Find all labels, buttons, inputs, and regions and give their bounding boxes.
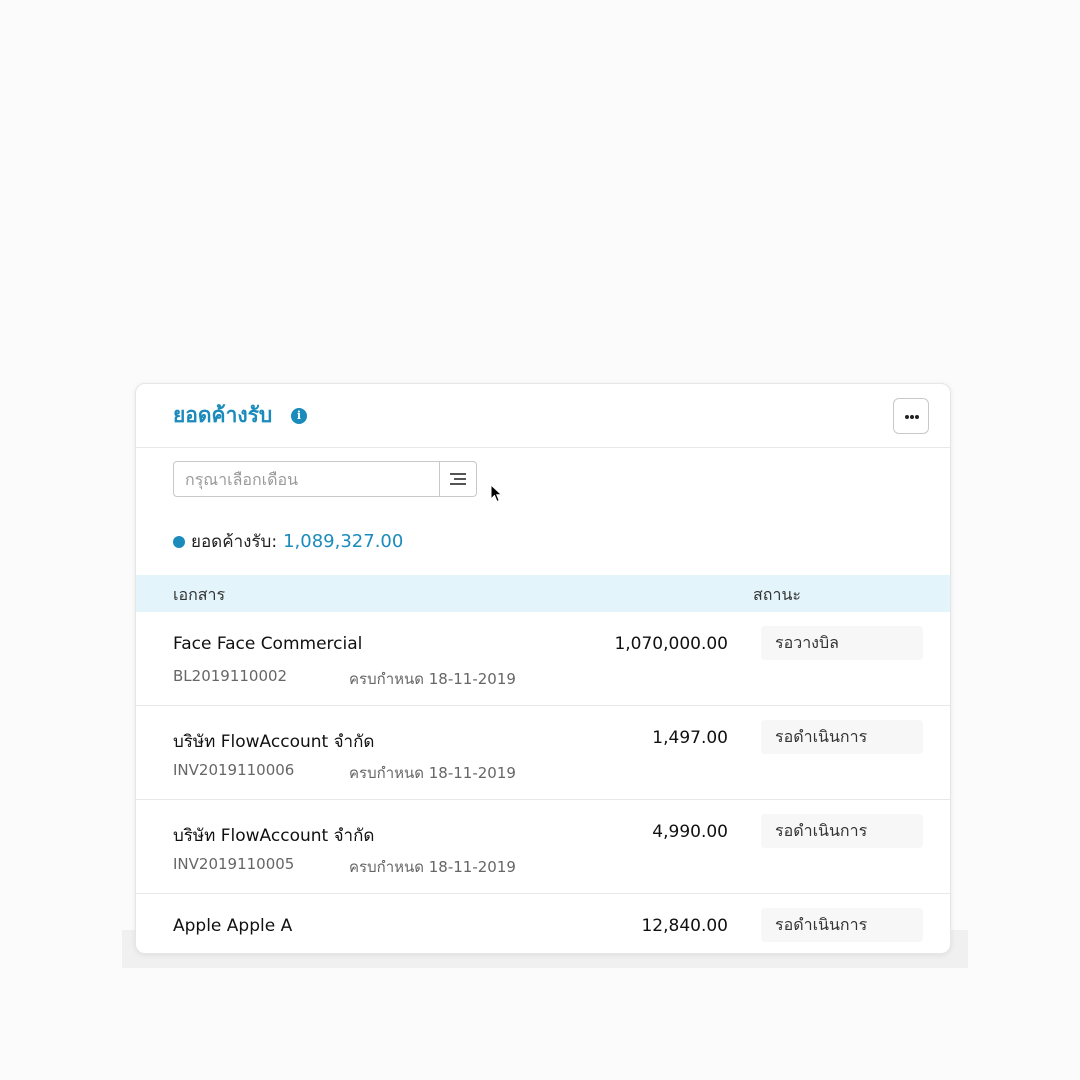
outstanding-summary: ยอดค้างรับ: 1,089,327.00 (173, 529, 403, 555)
due-date: ครบกำหนด 18-11-2019 (349, 858, 516, 876)
status-badge: รอวางบิล (761, 626, 923, 660)
document-number[interactable]: INV2019110005 (173, 855, 294, 873)
document-number[interactable]: INV2019110006 (173, 761, 294, 779)
mouse-cursor-icon (490, 484, 503, 503)
table-row[interactable]: Apple Apple A 12,840.00 รอดำเนินการ (136, 894, 950, 953)
status-badge: รอดำเนินการ (761, 908, 923, 942)
month-input[interactable] (174, 462, 439, 496)
document-list: Face Face Commercial BL2019110002 ครบกำห… (136, 612, 950, 953)
document-number[interactable]: BL2019110002 (173, 667, 287, 685)
customer-name: บริษัท FlowAccount จำกัด (173, 826, 375, 846)
column-header-document: เอกสาร (173, 585, 226, 604)
table-row[interactable]: Face Face Commercial BL2019110002 ครบกำห… (136, 612, 950, 706)
widget-title: ยอดค้างรับ (173, 403, 273, 427)
due-date: ครบกำหนด 18-11-2019 (349, 764, 516, 782)
screen: ยอดค้างรับ i ยอดค้างรับ:1,089,327.00 (0, 0, 1080, 1080)
customer-name: Face Face Commercial (173, 634, 363, 654)
status-badge: รอดำเนินการ (761, 814, 923, 848)
summary-label: ยอดค้างรับ: (191, 532, 278, 552)
row-amount: 1,497.00 (652, 728, 728, 748)
column-header-status: สถานะ (753, 585, 801, 604)
table-header: เอกสาร สถานะ (136, 575, 950, 612)
table-row[interactable]: บริษัท FlowAccount จำกัด INV2019110006 ค… (136, 706, 950, 800)
due-date: ครบกำหนด 18-11-2019 (349, 670, 516, 688)
row-amount: 4,990.00 (652, 822, 728, 842)
more-options-button[interactable] (893, 398, 929, 434)
info-icon[interactable]: i (291, 408, 307, 424)
more-horizontal-icon (905, 415, 919, 419)
summary-amount: 1,089,327.00 (283, 531, 404, 552)
status-badge: รอดำเนินการ (761, 720, 923, 754)
receivables-widget: ยอดค้างรับ i ยอดค้างรับ:1,089,327.00 (135, 383, 951, 954)
row-amount: 12,840.00 (641, 916, 728, 936)
widget-header: ยอดค้างรับ i (136, 384, 950, 448)
customer-name: บริษัท FlowAccount จำกัด (173, 732, 375, 752)
legend-dot-icon (173, 536, 185, 548)
customer-name: Apple Apple A (173, 916, 293, 936)
menu-toggle-button[interactable] (439, 462, 477, 496)
row-amount: 1,070,000.00 (614, 634, 728, 654)
table-row[interactable]: บริษัท FlowAccount จำกัด INV2019110005 ค… (136, 800, 950, 894)
month-selector[interactable] (173, 461, 477, 497)
